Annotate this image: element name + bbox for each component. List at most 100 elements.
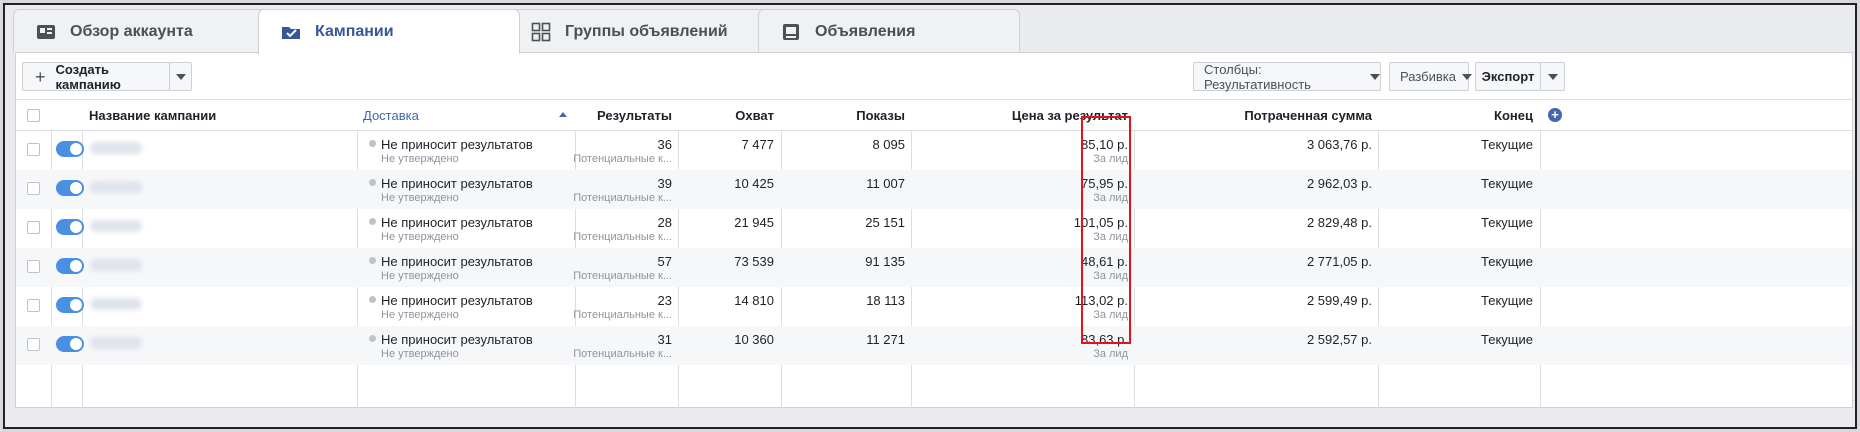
- columns-dropdown[interactable]: Столбцы: Результативность: [1193, 61, 1381, 92]
- campaign-name-cell[interactable]: [82, 209, 357, 248]
- chevron-down-icon: [1461, 73, 1472, 80]
- impressions-value: 91 135: [865, 254, 905, 269]
- table-row[interactable]: Не приносит результатов Не утверждено 39 По…: [16, 170, 1852, 209]
- table-row[interactable]: Не приносит результатов Не утверждено 28 По…: [16, 209, 1852, 248]
- cost-value: 85,10 р.: [1081, 137, 1128, 152]
- table-row[interactable]: Не приносит результатов Не утверждено 57 По…: [16, 248, 1852, 287]
- delivery-cell: Не приносит результатов Не утверждено: [363, 131, 575, 170]
- reach-cell: 7 477: [678, 131, 774, 170]
- plus-icon: +: [35, 66, 46, 87]
- cost-value: 48,61 р.: [1081, 254, 1128, 269]
- status-dot-icon: [369, 296, 376, 303]
- delivery-substatus: Не утверждено: [381, 231, 459, 243]
- row-checkbox[interactable]: [27, 143, 40, 156]
- results-type: Потенциальные к...: [573, 270, 672, 282]
- select-all-checkbox[interactable]: [27, 109, 40, 122]
- tab-campaigns[interactable]: Кампании: [258, 9, 520, 54]
- header-end[interactable]: Конец: [1378, 100, 1533, 131]
- results-value: 31: [657, 332, 672, 347]
- campaign-toggle[interactable]: [56, 258, 84, 274]
- table-row[interactable]: Не приносит результатов Не утверждено 36 По…: [16, 131, 1852, 170]
- row-checkbox[interactable]: [27, 338, 40, 351]
- end-value: Текущие: [1481, 137, 1533, 152]
- impressions-value: 11 271: [866, 332, 905, 347]
- campaign-toggle[interactable]: [56, 219, 84, 235]
- delivery-status: Не приносит результатов: [381, 254, 533, 269]
- export-button[interactable]: Экспорт: [1475, 62, 1541, 91]
- spent-cell: 2 962,03 р.: [1134, 170, 1372, 209]
- spent-cell: 2 829,48 р.: [1134, 209, 1372, 248]
- row-checkbox[interactable]: [27, 182, 40, 195]
- breakdown-label: Разбивка: [1400, 69, 1456, 84]
- add-column-icon[interactable]: +: [1548, 108, 1562, 122]
- results-value: 36: [657, 137, 672, 152]
- ad-sets-grid-icon: [531, 22, 551, 42]
- campaign-name-cell[interactable]: [82, 248, 357, 287]
- tab-label: Объявления: [815, 22, 916, 40]
- export-dropdown[interactable]: [1540, 62, 1565, 91]
- campaign-toggle[interactable]: [56, 180, 84, 196]
- impressions-cell: 11 007: [781, 170, 905, 209]
- campaign-toggle[interactable]: [56, 141, 84, 157]
- results-cell: 31 Потенциальные к...: [573, 326, 672, 365]
- row-checkbox[interactable]: [27, 260, 40, 273]
- campaign-toggle[interactable]: [56, 297, 84, 313]
- campaign-name-cell[interactable]: [82, 131, 357, 170]
- cost-unit: За лид: [1093, 231, 1128, 243]
- breakdown-dropdown[interactable]: Разбивка: [1389, 62, 1472, 91]
- ads-icon: [781, 22, 801, 42]
- header-reach[interactable]: Охват: [678, 100, 774, 131]
- delivery-status: Не приносит результатов: [381, 176, 533, 191]
- end-value: Текущие: [1481, 254, 1533, 269]
- results-value: 39: [657, 176, 672, 191]
- end-cell: Текущие: [1378, 131, 1533, 170]
- spent-value: 2 829,48 р.: [1306, 215, 1372, 230]
- end-value: Текущие: [1481, 293, 1533, 308]
- campaign-toggle[interactable]: [56, 336, 84, 352]
- header-delivery[interactable]: Доставка: [363, 100, 575, 131]
- table-row[interactable]: Не приносит результатов Не утверждено 31 По…: [16, 326, 1852, 365]
- create-campaign-button[interactable]: + Создать кампанию: [22, 62, 170, 92]
- header-cost-per-result[interactable]: Цена за результат: [911, 100, 1128, 131]
- tab-ad-sets[interactable]: Группы объявлений: [508, 9, 770, 53]
- cost-value: 101,05 р.: [1073, 215, 1128, 230]
- header-amount-spent[interactable]: Потраченная сумма: [1134, 100, 1372, 131]
- campaign-name-cell[interactable]: [82, 170, 357, 209]
- delivery-status: Не приносит результатов: [381, 293, 533, 308]
- window-frame: Обзор аккаунта Кампании Группы объявлени…: [3, 3, 1857, 429]
- row-checkbox[interactable]: [27, 299, 40, 312]
- columns-label: Столбцы: Результативность: [1204, 61, 1311, 92]
- reach-cell: 14 810: [678, 287, 774, 326]
- header-campaign-name[interactable]: Название кампании: [89, 100, 216, 131]
- spent-value: 2 771,05 р.: [1306, 254, 1372, 269]
- tab-label: Обзор аккаунта: [70, 22, 193, 40]
- campaign-name-cell[interactable]: [82, 326, 357, 365]
- delivery-cell: Не приносит результатов Не утверждено: [363, 170, 575, 209]
- spent-value: 2 962,03 р.: [1306, 176, 1372, 191]
- results-value: 28: [657, 215, 672, 230]
- row-checkbox[interactable]: [27, 221, 40, 234]
- cost-value: 113,02 р.: [1074, 293, 1128, 308]
- tab-ads[interactable]: Объявления: [758, 9, 1020, 53]
- end-cell: Текущие: [1378, 209, 1533, 248]
- campaign-name-cell[interactable]: [82, 287, 357, 326]
- reach-cell: 73 539: [678, 248, 774, 287]
- status-dot-icon: [369, 218, 376, 225]
- delivery-substatus: Не утверждено: [381, 153, 459, 165]
- results-cell: 57 Потенциальные к...: [573, 248, 672, 287]
- spent-cell: 2 592,57 р.: [1134, 326, 1372, 365]
- end-cell: Текущие: [1378, 326, 1533, 365]
- impressions-cell: 11 271: [781, 326, 905, 365]
- table-row[interactable]: Не приносит результатов Не утверждено 23 По…: [16, 287, 1852, 326]
- create-campaign-dropdown[interactable]: [169, 62, 192, 91]
- cost-unit: За лид: [1093, 309, 1128, 321]
- results-value: 57: [657, 254, 672, 269]
- impressions-cell: 91 135: [781, 248, 905, 287]
- header-results[interactable]: Результаты: [575, 100, 672, 131]
- cost-unit: За лид: [1093, 192, 1128, 204]
- results-type: Потенциальные к...: [573, 153, 672, 165]
- end-value: Текущие: [1481, 215, 1533, 230]
- chevron-down-icon: [1370, 73, 1380, 80]
- header-impressions[interactable]: Показы: [781, 100, 905, 131]
- impressions-value: 25 151: [865, 215, 905, 230]
